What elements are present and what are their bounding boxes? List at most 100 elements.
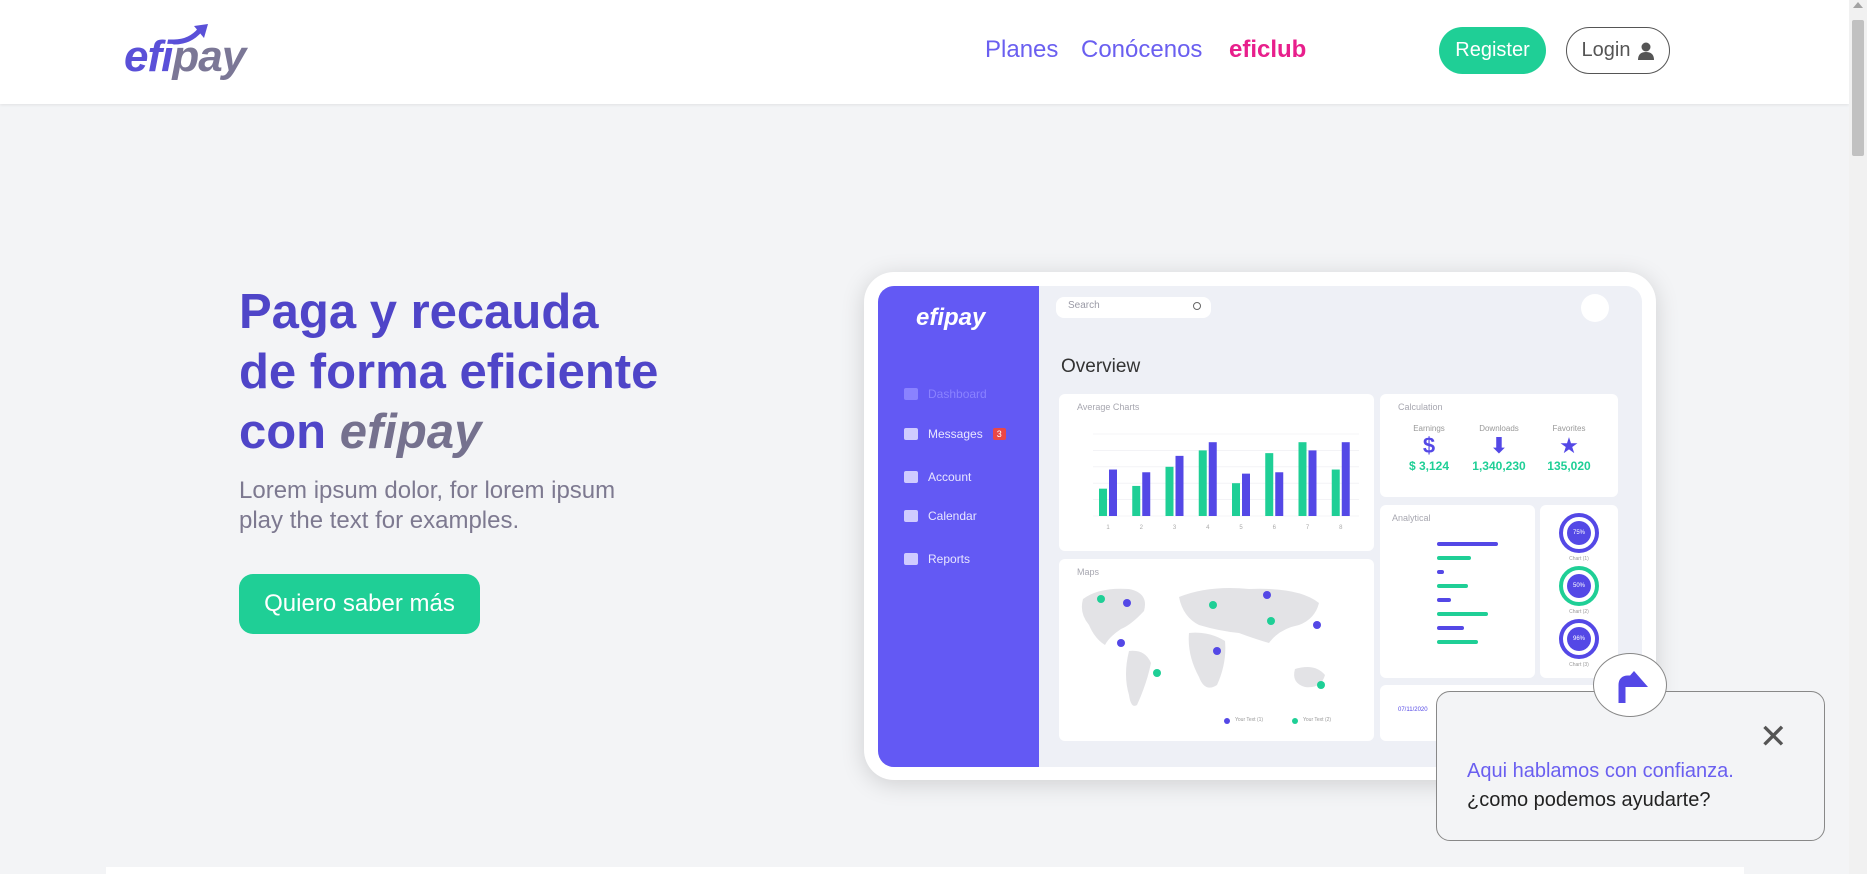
ring-label: Chart (2) <box>1569 609 1589 615</box>
hero-title-brand: efipay <box>339 405 482 459</box>
register-label: Register <box>1455 39 1530 61</box>
mockup-nav-reports: Reports <box>904 552 970 566</box>
learn-more-button[interactable]: Quiero saber más <box>239 574 480 634</box>
ring-value: 50% <box>1567 574 1591 598</box>
register-button[interactable]: Register <box>1439 27 1546 74</box>
calc-downloads: Downloads ⬇ 1,340,230 <box>1464 424 1534 473</box>
mail-icon <box>904 428 918 440</box>
calc-label: Earnings <box>1413 424 1445 433</box>
calculation-card: Calculation Earnings $ $ 3,124 Downloads… <box>1380 394 1618 497</box>
logo-wordmark: efipay <box>124 32 246 81</box>
analytical-bar <box>1437 626 1465 630</box>
nav-planes[interactable]: Planes <box>985 36 1058 64</box>
chart-bar <box>1275 472 1284 516</box>
chart-tick-label: 4 <box>1206 525 1210 531</box>
next-section-edge <box>106 867 1744 874</box>
login-button[interactable]: Login <box>1566 27 1670 74</box>
calc-value: $ 3,124 <box>1408 459 1450 473</box>
ring-chart-1: 75% <box>1559 513 1599 553</box>
mockup-nav-dashboard: Dashboard <box>904 387 987 401</box>
chart-bar <box>1308 450 1317 516</box>
mockup-sidebar: efipay Dashboard Messages 3 Account Calen… <box>878 286 1039 767</box>
ring-chart-3: 96% <box>1559 619 1599 659</box>
analytical-bar <box>1437 570 1444 574</box>
chart-bar <box>1298 442 1307 516</box>
nav-conocenos[interactable]: Conócenos <box>1081 36 1202 64</box>
chart-tick-label: 3 <box>1173 525 1177 531</box>
mockup-nav-label: Calendar <box>928 509 977 523</box>
chart-tick-label: 5 <box>1239 525 1243 531</box>
ring-value: 96% <box>1567 627 1591 651</box>
mockup-nav-label: Account <box>928 470 972 484</box>
analytical-row <box>1392 567 1527 577</box>
chart-bar <box>1099 488 1107 516</box>
star-icon: ★ <box>1559 433 1579 458</box>
dollar-icon: $ <box>1422 433 1436 458</box>
hero-title-line1: Paga y recauda <box>239 285 599 339</box>
messages-badge: 3 <box>992 428 1006 440</box>
analytical-bar <box>1437 584 1468 588</box>
chart-bar <box>1232 483 1240 516</box>
map-legend-1: Your Text (1) <box>1235 717 1264 723</box>
analytical-card: Analytical <box>1380 505 1535 678</box>
date-text: 07/11/2020 <box>1398 707 1428 713</box>
chart-bar <box>1208 442 1217 516</box>
ring-chart-2: 50% <box>1559 566 1599 606</box>
maps-card: Maps Your Text (1) Your Text (2) <box>1059 559 1374 741</box>
scroll-thumb[interactable] <box>1852 20 1864 156</box>
nav-eficlub[interactable]: eficlub <box>1229 36 1306 64</box>
learn-more-label: Quiero saber más <box>264 590 455 617</box>
chart-bar <box>1198 450 1207 516</box>
analytical-bar <box>1437 612 1488 616</box>
chart-bar <box>1132 485 1141 516</box>
analytical-row <box>1392 553 1527 563</box>
world-map-icon <box>1081 588 1325 724</box>
rings-card: 75% Chart (1) 50% Chart (2) 96% Chart (3… <box>1540 505 1618 678</box>
calc-value: 1,340,230 <box>1472 459 1526 473</box>
mockup-nav-label: Messages <box>928 427 983 441</box>
mockup-nav-calendar: Calendar <box>904 509 977 523</box>
calc-title: Calculation <box>1398 402 1443 412</box>
hero-title: Paga y recauda de forma eficiente con ef… <box>239 282 739 462</box>
mockup-overview-title: Overview <box>1061 356 1141 377</box>
chart-bar <box>1341 442 1350 516</box>
analytical-row <box>1392 595 1527 605</box>
chat-message-2: ¿como podemos ayudarte? <box>1467 789 1711 811</box>
analytical-bar <box>1437 598 1451 602</box>
hero-title-line3-prefix: con <box>239 405 340 459</box>
analytical-bar <box>1437 542 1499 546</box>
calc-label: Favorites <box>1552 424 1586 433</box>
analytical-bar <box>1437 556 1471 560</box>
chart-tick-label: 2 <box>1140 525 1144 531</box>
mockup-avatar <box>1581 294 1609 322</box>
chart-bar <box>1109 469 1117 516</box>
ring-label: Chart (1) <box>1569 556 1589 562</box>
analytical-row <box>1392 581 1527 591</box>
chat-open-button[interactable] <box>1593 653 1667 717</box>
hero-title-line2: de forma eficiente <box>239 345 659 399</box>
mockup-logo: efipay <box>916 304 986 331</box>
close-icon[interactable]: ✕ <box>1759 720 1788 754</box>
chart-bar <box>1242 473 1250 516</box>
home-icon <box>904 388 918 400</box>
calc-value: 135,020 <box>1547 459 1591 473</box>
site-header: efipay Planes Conócenos eficlub Register… <box>0 0 1849 104</box>
average-charts-card: Average Charts 12345678 <box>1059 394 1374 551</box>
mockup-search: Search <box>1056 297 1211 318</box>
curved-arrow-up-icon <box>1618 671 1648 703</box>
scroll-up-arrow-icon[interactable] <box>1853 2 1863 8</box>
chart-tick-label: 1 <box>1106 525 1110 531</box>
mockup-nav-label: Dashboard <box>928 387 987 401</box>
chart-tick-label: 6 <box>1273 525 1277 531</box>
mockup-nav-messages: Messages 3 <box>904 427 1006 441</box>
page-scrollbar[interactable] <box>1849 0 1867 874</box>
bar-chart: 1 2 3 4 5 6 7 8 <box>1093 433 1359 531</box>
analytical-row <box>1392 539 1527 549</box>
efipay-logo[interactable]: efipay <box>124 22 246 81</box>
chat-message-1: Aqui hablamos con confianza. <box>1467 760 1734 782</box>
user-icon <box>1638 42 1655 60</box>
chart-bar <box>1165 466 1174 516</box>
user-icon <box>904 471 918 483</box>
login-label: Login <box>1581 39 1631 61</box>
mockup-nav-account: Account <box>904 470 971 484</box>
